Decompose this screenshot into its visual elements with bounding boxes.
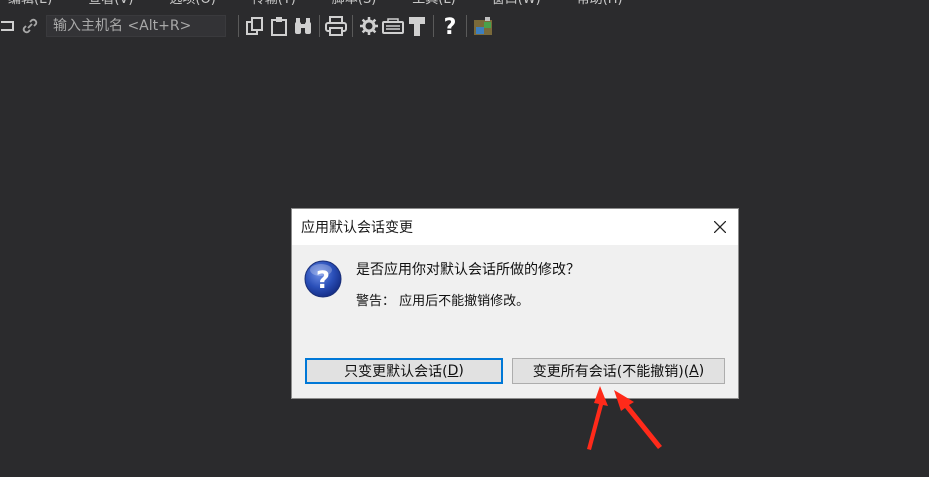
- close-icon: [714, 221, 726, 233]
- keymap-icon[interactable]: [381, 14, 405, 38]
- menu-tools[interactable]: 工具(L): [412, 0, 455, 9]
- button-accesskey: A: [689, 363, 699, 379]
- button-label: 变更所有会话(不能撤销)(: [532, 364, 690, 380]
- close-button[interactable]: [702, 209, 738, 245]
- sftp-icon[interactable]: [471, 14, 495, 38]
- menu-edit[interactable]: 编辑(E): [8, 0, 52, 9]
- toolbar-separator: [352, 15, 353, 37]
- button-accesskey: D: [447, 363, 459, 379]
- toolbar-separator: [238, 15, 239, 37]
- button-label-suffix: ): [458, 363, 464, 379]
- help-icon[interactable]: ?: [438, 14, 462, 38]
- dialog-titlebar: 应用默认会话变更: [292, 209, 738, 245]
- svg-text:?: ?: [444, 15, 457, 37]
- question-text: 是否应用你对默认会话所做的修改？: [356, 262, 580, 278]
- toolbar: ?: [0, 10, 929, 42]
- toolbar-separator: [433, 15, 434, 37]
- print-icon[interactable]: [324, 14, 348, 38]
- menu-view[interactable]: 查看(V): [88, 0, 133, 9]
- copy-icon[interactable]: [243, 14, 267, 38]
- menu-window[interactable]: 窗口(W): [492, 0, 541, 9]
- reconnect-icon[interactable]: [0, 14, 18, 38]
- settings-icon[interactable]: [357, 14, 381, 38]
- arrow-right: [614, 390, 662, 449]
- arrow-left: [587, 386, 608, 450]
- toolbar-separator: [466, 15, 467, 37]
- paste-icon[interactable]: [267, 14, 291, 38]
- apply-default-session-dialog: 应用默认会话变更 ? 是否应用你对默认会话所做的修改？ 警告： 应用后不能撤销修…: [291, 208, 739, 399]
- tool-icon[interactable]: [405, 14, 429, 38]
- question-icon: ?: [304, 260, 342, 298]
- menu-help[interactable]: 帮助(H): [577, 0, 623, 9]
- toolbar-separator: [319, 15, 320, 37]
- change-default-session-only-button[interactable]: 只变更默认会话(D): [305, 358, 503, 384]
- dialog-title: 应用默认会话变更: [301, 220, 413, 236]
- host-input[interactable]: [46, 15, 226, 37]
- button-label-suffix: ): [698, 363, 705, 379]
- link-icon[interactable]: [18, 14, 42, 38]
- menu-bar: 编辑(E) 查看(V) 选项(O) 传输(T) 脚本(S) 工具(L) 窗口(W…: [0, 0, 929, 9]
- annotation-arrows: [587, 386, 662, 450]
- menu-options[interactable]: 选项(O): [169, 0, 215, 9]
- button-label: 只变更默认会话(: [344, 364, 448, 380]
- dialog-body: ? 是否应用你对默认会话所做的修改？ 警告： 应用后不能撤销修改。 只变更默认会…: [292, 245, 738, 398]
- menu-transfer[interactable]: 传输(T): [252, 0, 296, 9]
- warning-text: 警告： 应用后不能撤销修改。: [356, 294, 530, 309]
- svg-text:?: ?: [316, 266, 330, 294]
- menu-script[interactable]: 脚本(S): [332, 0, 376, 9]
- find-icon[interactable]: [291, 14, 315, 38]
